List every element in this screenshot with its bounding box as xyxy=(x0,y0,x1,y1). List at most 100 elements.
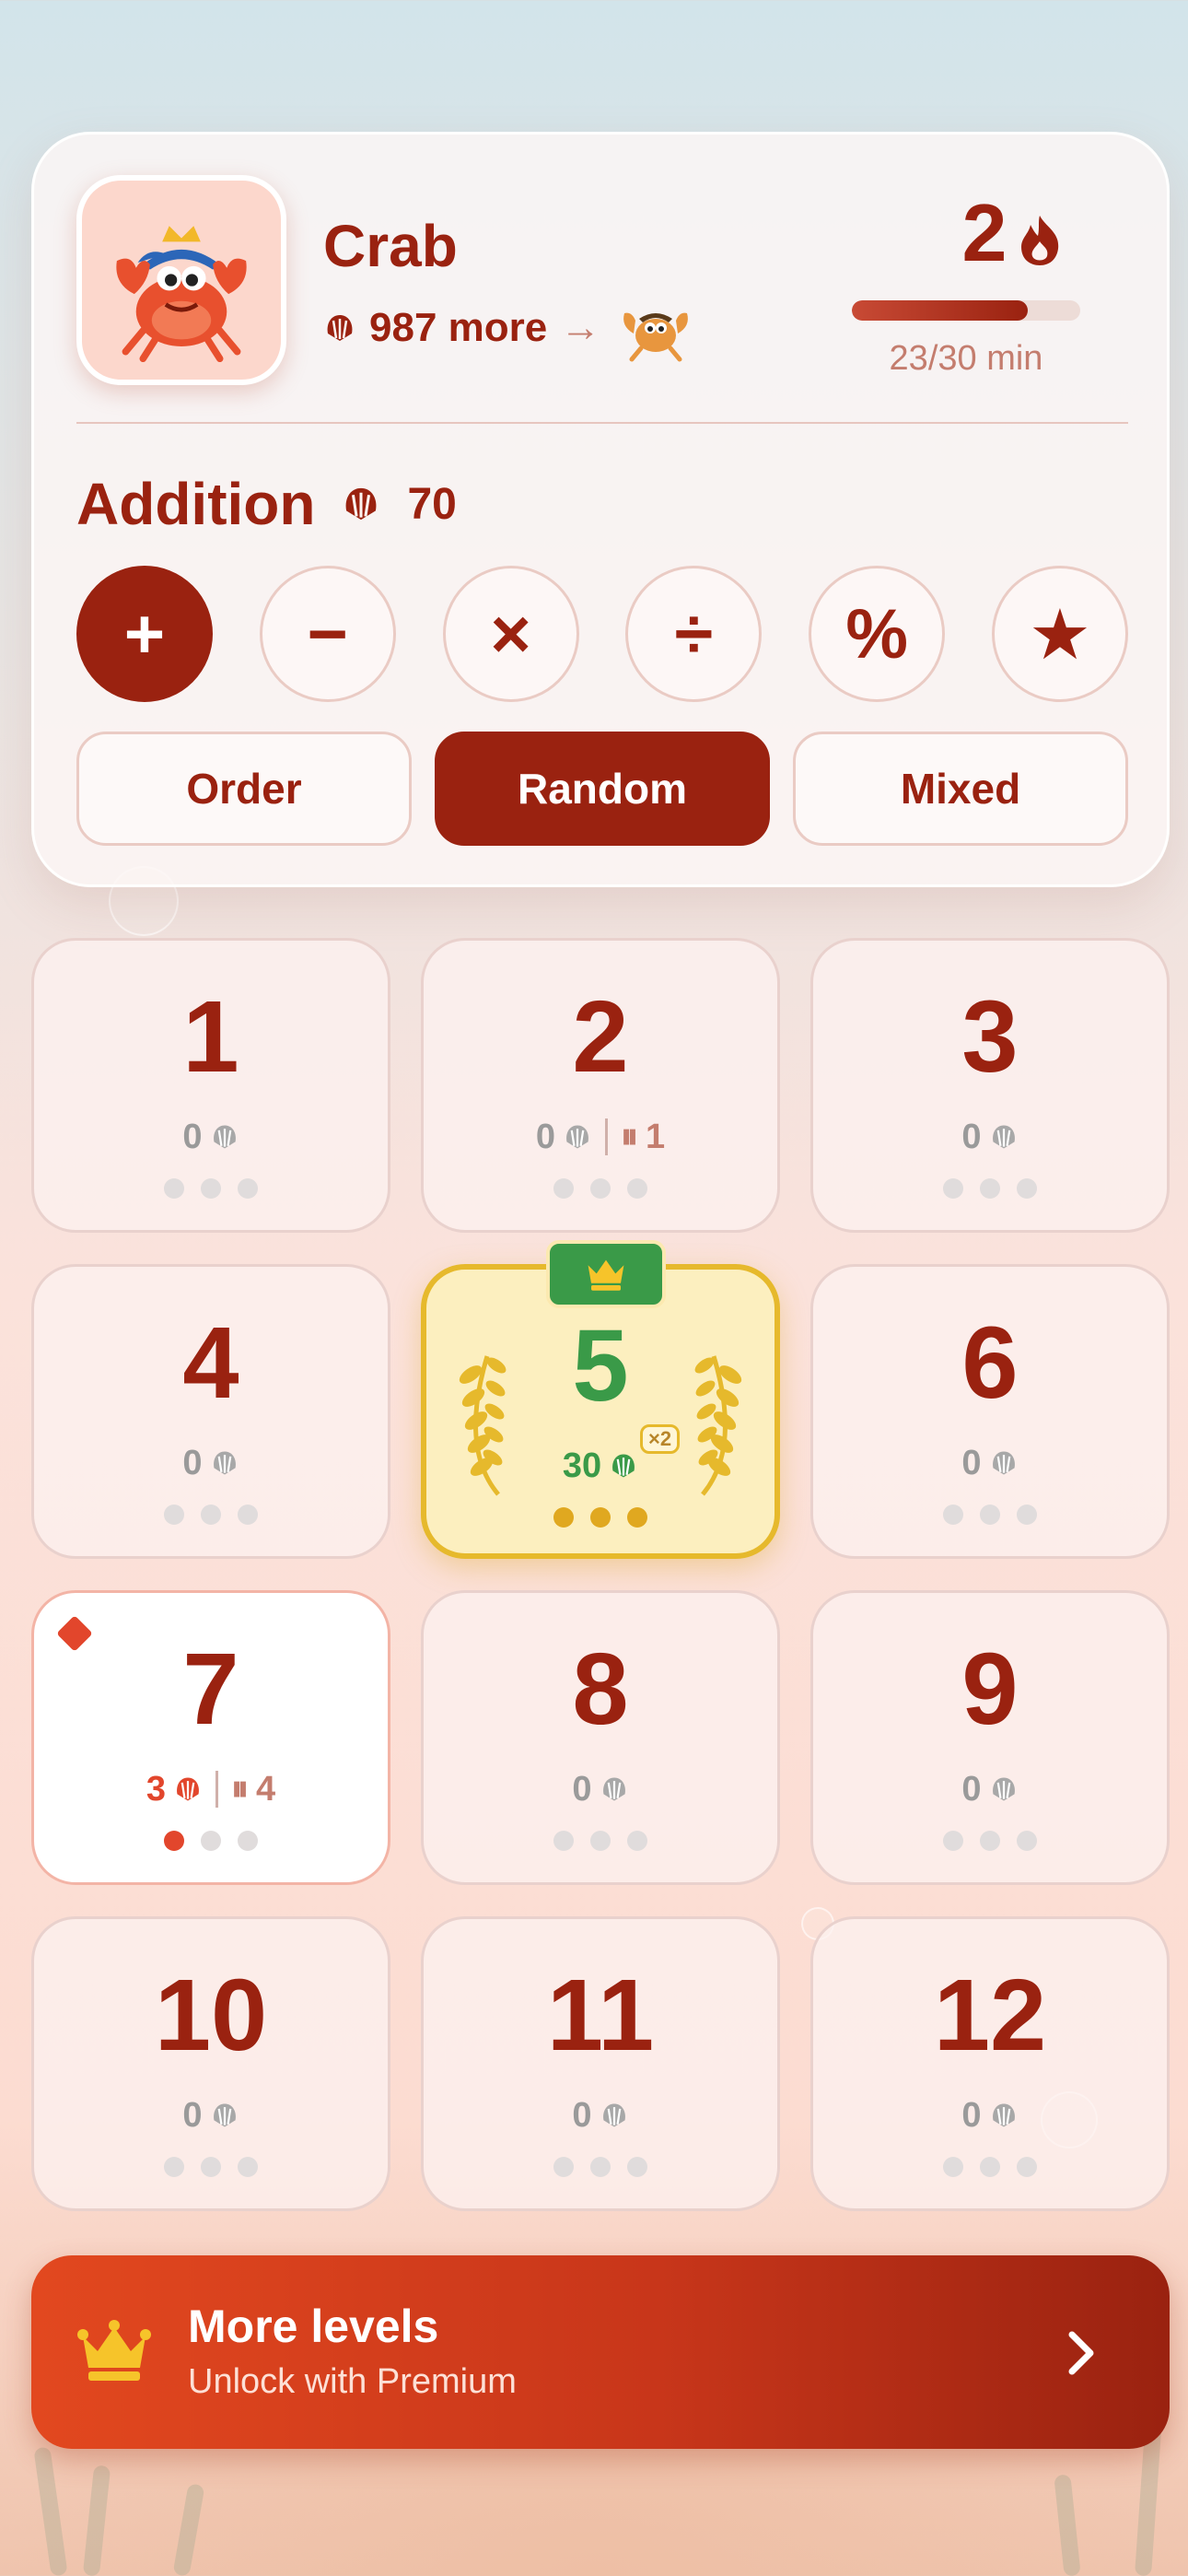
daily-goal-progress-fill xyxy=(852,300,1028,321)
progress-dot xyxy=(1017,1505,1037,1525)
character-name: Crab xyxy=(323,213,458,279)
division-button[interactable]: ÷ xyxy=(625,566,763,702)
level-card-7[interactable]: 7 3 ⏸ 4 xyxy=(31,1590,390,1885)
pause-icon: ⏸ xyxy=(230,1769,249,1809)
daily-goal-progress-bar xyxy=(852,300,1080,321)
mode-order-button[interactable]: Order xyxy=(76,732,412,846)
multiplication-button[interactable]: × xyxy=(442,566,579,702)
level-shells: 0 xyxy=(572,1769,592,1809)
level-stats: 0 xyxy=(424,1768,777,1810)
level-card-12[interactable]: 12 0 xyxy=(810,1916,1170,2211)
level-number: 1 xyxy=(182,980,239,1094)
progress-dot xyxy=(980,1178,1000,1199)
subtraction-button[interactable]: − xyxy=(259,566,396,702)
arrow-right-icon: → xyxy=(560,305,601,350)
progress-dot xyxy=(980,2157,1000,2177)
streak-count: 2 xyxy=(961,187,1007,278)
mode-selector: Order Random Mixed xyxy=(76,732,1128,846)
multiplier-badge: ×2 xyxy=(640,1424,681,1454)
level-shells: 0 xyxy=(961,1769,982,1809)
special-button[interactable]: ★ xyxy=(991,566,1128,702)
progress-dot xyxy=(980,1831,1000,1851)
level-card-10[interactable]: 10 0 xyxy=(31,1916,390,2211)
level-shells: 0 xyxy=(182,1443,203,1482)
operation-header: Addition 70 xyxy=(76,463,457,545)
divider xyxy=(76,422,1128,424)
level-stats: 0 xyxy=(424,2094,777,2137)
level-shells: 0 xyxy=(961,2095,982,2135)
progress-dot xyxy=(627,1507,647,1528)
level-number: 12 xyxy=(933,1959,1047,2072)
level-stats: 0 xyxy=(813,1768,1167,1810)
level-card-6[interactable]: 60 xyxy=(810,1264,1170,1559)
progress-dot xyxy=(627,1178,647,1199)
progress-dot xyxy=(1017,1178,1037,1199)
level-progress-dots xyxy=(34,1178,388,1199)
level-card-3[interactable]: 30 xyxy=(810,938,1170,1233)
progress-dot xyxy=(201,2157,221,2177)
streak-counter[interactable]: 2 xyxy=(903,186,1124,280)
level-progress-dots xyxy=(424,1831,777,1851)
level-progress-dots xyxy=(426,1507,775,1528)
progress-dot xyxy=(238,1831,258,1851)
shell-icon xyxy=(992,2103,1015,2127)
star-icon: ★ xyxy=(1028,595,1092,674)
level-stats: 0 xyxy=(813,1116,1167,1158)
level-number: 3 xyxy=(961,980,1019,1094)
level-card-4[interactable]: 40 xyxy=(31,1264,390,1559)
level-stats: 0 xyxy=(34,1116,388,1158)
plus-icon: + xyxy=(123,594,166,673)
stats-separator xyxy=(215,1771,218,1808)
progress-dot xyxy=(553,1507,574,1528)
progress-dot xyxy=(238,1178,258,1199)
shell-icon xyxy=(213,2103,236,2127)
chevron-right-icon xyxy=(1068,2331,1094,2375)
level-number: 8 xyxy=(572,1633,629,1746)
level-stats: 0 xyxy=(34,2094,388,2137)
level-shells: 3 xyxy=(146,1769,166,1809)
shell-icon xyxy=(992,1777,1015,1801)
next-crab-icon xyxy=(623,312,689,362)
progress-dot xyxy=(164,1178,184,1199)
progress-dot xyxy=(164,1831,184,1851)
operation-title: Addition xyxy=(76,471,316,537)
level-paused-count: 4 xyxy=(256,1769,276,1809)
shell-icon xyxy=(177,1777,199,1801)
shell-icon xyxy=(602,1777,625,1801)
premium-banner[interactable]: More levels Unlock with Premium xyxy=(31,2255,1170,2449)
shell-icon xyxy=(602,2103,625,2127)
level-number: 2 xyxy=(572,980,629,1094)
level-card-2[interactable]: 2 0 ⏸ 1 xyxy=(421,938,780,1233)
level-stats: 0 xyxy=(34,1442,388,1484)
progress-dot xyxy=(627,1831,647,1851)
operation-selector: + − × ÷ % ★ xyxy=(76,566,1128,702)
profile-card: Crab 987 more → 2 23/30 min Addition 70 … xyxy=(31,132,1170,887)
level-shells: 30 xyxy=(562,1446,602,1485)
progress-dot xyxy=(590,1178,611,1199)
progress-dot xyxy=(201,1178,221,1199)
level-card-9[interactable]: 90 xyxy=(810,1590,1170,1885)
mode-mixed-button[interactable]: Mixed xyxy=(793,732,1128,846)
level-shells: 0 xyxy=(535,1117,555,1156)
progress-dot xyxy=(553,1831,574,1851)
premium-subtitle: Unlock with Premium xyxy=(188,2362,517,2401)
progress-dot xyxy=(943,1178,963,1199)
level-progress-dots xyxy=(813,1505,1167,1525)
level-number: 11 xyxy=(546,1959,655,2072)
minus-icon: − xyxy=(307,594,348,673)
shell-icon xyxy=(346,487,377,521)
level-card-8[interactable]: 80 xyxy=(421,1590,780,1885)
level-number: 10 xyxy=(154,1959,268,2072)
progress-dot xyxy=(943,2157,963,2177)
percent-button[interactable]: % xyxy=(809,566,946,702)
crab-avatar[interactable] xyxy=(76,175,286,385)
addition-button[interactable]: + xyxy=(76,566,213,702)
level-number: 7 xyxy=(182,1633,239,1746)
level-card-5[interactable]: 5 30 ×2 xyxy=(421,1240,780,1559)
mode-random-button[interactable]: Random xyxy=(435,732,770,846)
progress-dot xyxy=(201,1505,221,1525)
level-progress-dots xyxy=(34,2157,388,2177)
level-card-11[interactable]: 11 0 xyxy=(421,1916,780,2211)
level-card-1[interactable]: 10 xyxy=(31,938,390,1233)
progress-dot xyxy=(164,2157,184,2177)
